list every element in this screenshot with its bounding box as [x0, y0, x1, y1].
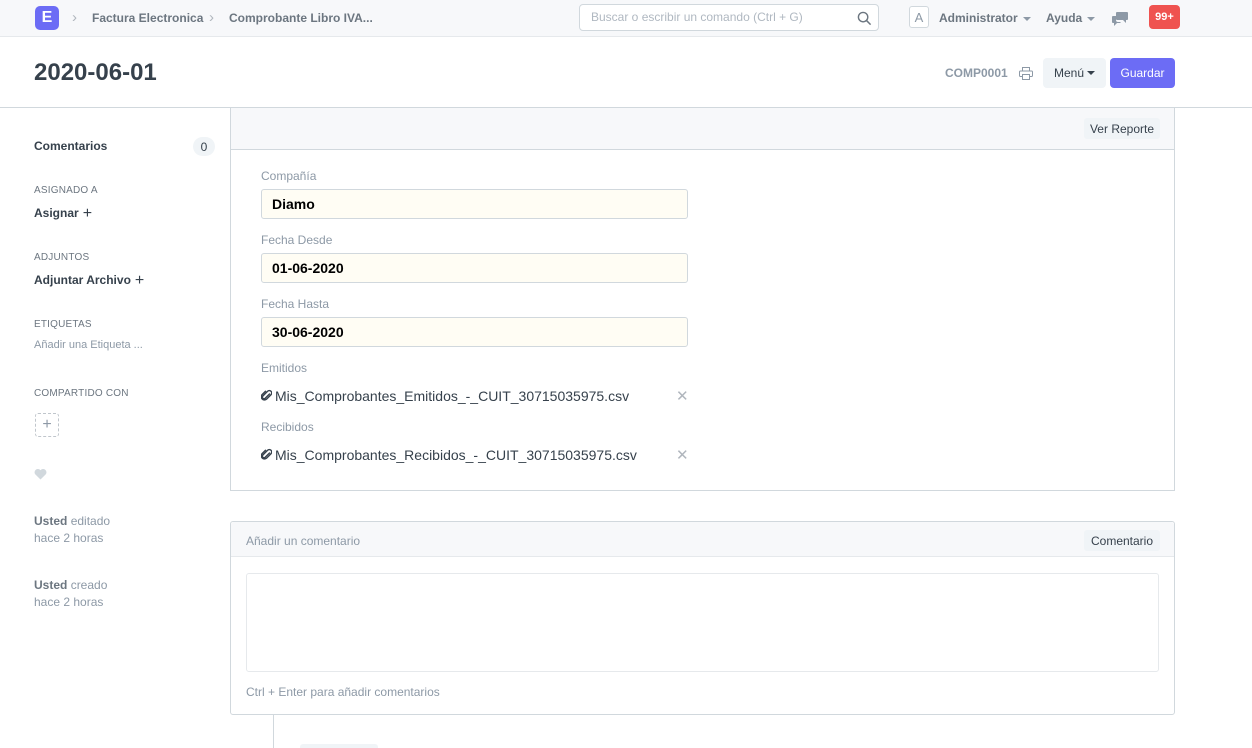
add-share-button[interactable]: +: [35, 413, 59, 437]
tags-heading: Etiquetas: [34, 319, 92, 330]
comments-link[interactable]: Comentarios: [34, 138, 107, 154]
chevron-right-icon: ›: [72, 9, 77, 26]
company-field[interactable]: [261, 189, 688, 219]
date-from-field[interactable]: [261, 253, 688, 283]
breadcrumb-factura-electronica[interactable]: Factura Electronica: [92, 10, 203, 26]
activity-user: Usted: [34, 578, 68, 592]
caret-down-icon: [1087, 16, 1096, 21]
company-label: Compañía: [261, 169, 317, 183]
comments-count-badge: 0: [193, 137, 215, 156]
activity-item: Usted creado hace 2 horas: [34, 577, 107, 611]
emitidos-file-name: Mis_Comprobantes_Emitidos_-_CUIT_3071503…: [275, 388, 630, 404]
notifications-badge[interactable]: 99+: [1149, 5, 1180, 29]
recibidos-attachment-link[interactable]: Mis_Comprobantes_Recibidos_-_CUIT_307150…: [261, 447, 637, 464]
search-box: [579, 4, 879, 31]
add-tag-link[interactable]: Añadir una Etiqueta ...: [34, 338, 143, 352]
menu-button-label: Menú: [1053, 66, 1085, 80]
attach-file-button[interactable]: Adjuntar Archivo +: [34, 272, 144, 289]
timeline-line: [273, 715, 274, 748]
activity-time: hace 2 horas: [34, 595, 104, 609]
view-report-button[interactable]: Ver Reporte: [1084, 118, 1160, 139]
document-id: COMP0001: [945, 66, 1008, 80]
user-menu-label: Administrator: [939, 11, 1018, 25]
app-logo[interactable]: E: [35, 6, 59, 30]
shared-heading: Compartido con: [34, 388, 129, 399]
search-input[interactable]: [591, 10, 851, 24]
print-icon[interactable]: [1019, 67, 1033, 80]
paperclip-icon: [261, 448, 272, 460]
comment-input[interactable]: [246, 573, 1159, 672]
user-menu-dropdown[interactable]: Administrator: [939, 10, 1031, 26]
help-menu-label: Ayuda: [1046, 11, 1083, 25]
activity-time: hace 2 horas: [34, 531, 104, 545]
recibidos-file-name: Mis_Comprobantes_Recibidos_-_CUIT_307150…: [275, 447, 637, 463]
plus-icon: +: [134, 272, 145, 289]
comment-header: Añadir un comentario Comentario: [231, 522, 1174, 557]
date-to-field[interactable]: [261, 317, 688, 347]
assign-button[interactable]: Asignar +: [34, 205, 92, 222]
plus-icon: +: [82, 205, 93, 222]
caret-down-icon: [1087, 71, 1096, 75]
remove-emitidos-icon[interactable]: ✕: [676, 389, 689, 404]
comment-hint: Ctrl + Enter para añadir comentarios: [246, 685, 440, 699]
menu-button[interactable]: Menú: [1043, 58, 1106, 88]
breadcrumb-comprobante-libro-iva[interactable]: Comprobante Libro IVA...: [229, 10, 373, 26]
paperclip-icon: [261, 389, 272, 401]
page-header: 2020-06-01 COMP0001 Menú Guardar: [0, 37, 1252, 108]
timeline-item: [300, 744, 378, 748]
heart-icon[interactable]: [34, 468, 47, 480]
user-avatar[interactable]: A: [909, 6, 929, 28]
assign-label: Asignar: [34, 206, 79, 220]
caret-down-icon: [1022, 16, 1031, 21]
emitidos-label: Emitidos: [261, 361, 308, 375]
activity-action: creado: [70, 578, 108, 592]
emitidos-attachment-link[interactable]: Mis_Comprobantes_Emitidos_-_CUIT_3071503…: [261, 388, 629, 405]
search-icon[interactable]: [857, 11, 872, 26]
attach-file-label: Adjuntar Archivo: [34, 273, 131, 287]
comment-title: Añadir un comentario: [246, 534, 361, 548]
activity-action: editado: [70, 514, 111, 528]
date-from-label: Fecha Desde: [261, 233, 333, 247]
chat-icon[interactable]: [1112, 10, 1129, 26]
save-button[interactable]: Guardar: [1110, 58, 1175, 88]
form-section: Ver Reporte Compañía Fecha Desde Fecha H…: [230, 108, 1175, 491]
assigned-heading: Asignado a: [34, 185, 98, 196]
form-toolbar: Ver Reporte: [231, 108, 1174, 150]
recibidos-label: Recibidos: [261, 420, 314, 434]
chevron-right-icon: ›: [209, 9, 214, 26]
page-title: 2020-06-01: [34, 59, 157, 86]
help-menu-dropdown[interactable]: Ayuda: [1046, 10, 1096, 26]
top-navbar: E › Factura Electronica › Comprobante Li…: [0, 0, 1252, 37]
date-to-label: Fecha Hasta: [261, 297, 330, 311]
comment-section: Añadir un comentario Comentario Ctrl + E…: [230, 521, 1175, 715]
attachments-heading: Adjuntos: [34, 252, 90, 263]
comment-button[interactable]: Comentario: [1084, 530, 1160, 551]
activity-user: Usted: [34, 514, 68, 528]
activity-item: Usted editado hace 2 horas: [34, 513, 110, 547]
remove-recibidos-icon[interactable]: ✕: [676, 448, 689, 463]
